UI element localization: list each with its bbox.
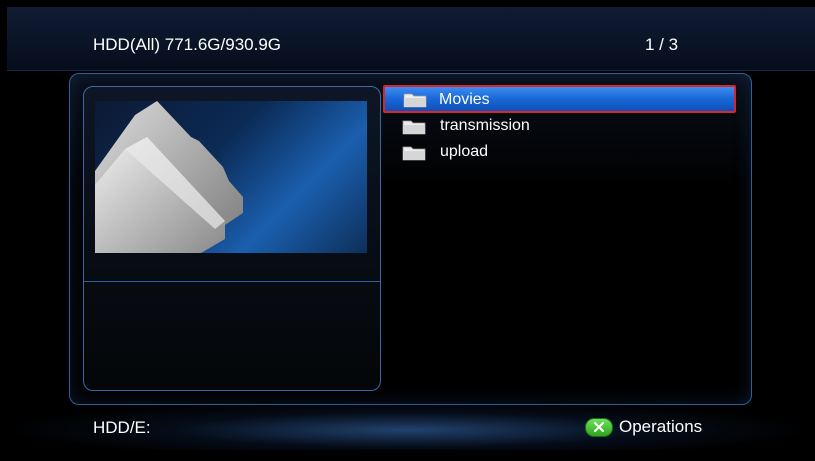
large-folder-icon <box>95 101 243 253</box>
header-divider <box>7 70 815 71</box>
green-x-button-icon <box>585 417 613 437</box>
file-item-movies[interactable]: Movies <box>383 85 736 113</box>
operations-label: Operations <box>619 417 703 436</box>
folder-preview-image <box>95 101 367 253</box>
file-item-upload[interactable]: upload <box>386 139 736 165</box>
preview-panel <box>83 86 381 391</box>
folder-icon <box>402 120 426 135</box>
file-list: Movies transmission upload <box>383 85 736 165</box>
media-browser-screen: HDD(All) 771.6G/930.9G 1 / 3 Movies tran… <box>0 0 815 461</box>
preview-divider <box>84 281 380 282</box>
current-path: HDD/E: <box>93 418 151 437</box>
file-item-label: upload <box>440 143 489 160</box>
folder-icon <box>403 93 427 108</box>
file-item-label: Movies <box>439 91 490 108</box>
operations-hint[interactable]: Operations <box>585 417 702 437</box>
folder-icon <box>402 146 426 161</box>
page-indicator: 1 / 3 <box>645 35 679 54</box>
file-item-transmission[interactable]: transmission <box>386 113 736 139</box>
file-item-label: transmission <box>440 117 530 134</box>
storage-info: HDD(All) 771.6G/930.9G <box>93 35 282 54</box>
